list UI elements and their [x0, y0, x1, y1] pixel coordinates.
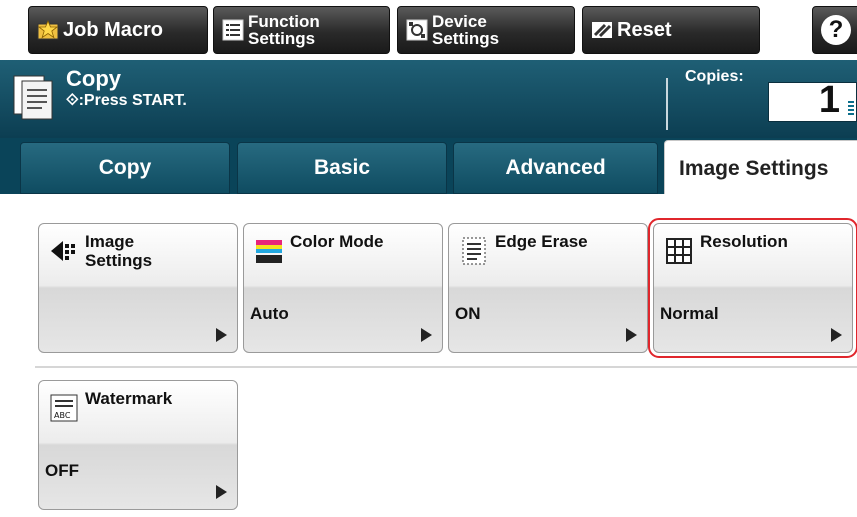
status-message: ⟐:Press START. [66, 92, 187, 109]
device-settings-label-line1: Device [432, 12, 487, 31]
device-settings-label-line2: Settings [432, 29, 500, 48]
copy-document-icon [12, 74, 54, 120]
device-settings-button[interactable]: Device Settings [397, 6, 575, 54]
card-title: Watermark [85, 389, 173, 408]
tab-bar: Copy Basic Advanced Image Settings [0, 138, 857, 196]
image-settings-icon [47, 234, 81, 268]
tab-label: Copy [98, 156, 152, 179]
keypad-icon [848, 101, 854, 117]
resolution-button[interactable]: Resolution Normal [648, 218, 857, 358]
arrow-right-icon [216, 328, 227, 342]
help-button[interactable]: ? [812, 6, 857, 54]
card-title: Image Settings [85, 232, 153, 270]
card-value: OFF [45, 461, 79, 480]
settings-panel: Image Settings Color Mode Auto Edge Erase… [0, 194, 857, 517]
card-value: Auto [250, 304, 289, 323]
reset-icon [591, 19, 613, 41]
function-settings-button[interactable]: Function Settings [213, 6, 390, 54]
copies-label: Copies: [685, 68, 744, 85]
copies-field[interactable]: 1 [768, 79, 857, 122]
svg-text:ABC: ABC [54, 411, 71, 420]
tab-advanced[interactable]: Advanced [453, 142, 658, 194]
tab-label: Basic [313, 156, 371, 179]
function-settings-label-line2: Settings [248, 29, 316, 48]
status-divider [666, 78, 668, 130]
reset-button[interactable]: Reset [582, 6, 760, 54]
card-value: Normal [660, 304, 719, 323]
card-value: ON [455, 304, 481, 323]
edge-erase-icon [457, 234, 491, 268]
job-macro-button[interactable]: Job Macro [28, 6, 208, 54]
list-icon [222, 19, 244, 41]
resolution-icon [662, 234, 696, 268]
color-mode-icon [252, 234, 286, 268]
function-settings-label-line1: Function [248, 12, 320, 31]
tab-label: Image Settings [679, 156, 829, 180]
arrow-right-icon [421, 328, 432, 342]
image-settings-button[interactable]: Image Settings [38, 223, 238, 353]
card-title: Color Mode [290, 232, 384, 251]
edge-erase-button[interactable]: Edge Erase ON [448, 223, 648, 353]
job-macro-label: Job Macro [63, 18, 164, 41]
arrow-right-icon [831, 328, 842, 342]
row-divider [35, 366, 857, 368]
reset-label: Reset [617, 18, 672, 41]
card-title: Edge Erase [495, 232, 588, 251]
copies-value: 1 [818, 79, 840, 121]
tab-image-settings[interactable]: Image Settings [664, 140, 857, 196]
help-icon: ? [821, 15, 851, 45]
star-icon [37, 19, 59, 41]
watermark-button[interactable]: ABC Watermark OFF [38, 380, 238, 510]
color-mode-button[interactable]: Color Mode Auto [243, 223, 443, 353]
arrow-right-icon [626, 328, 637, 342]
top-toolbar: Job Macro Function Settings Device Setti… [0, 0, 857, 60]
watermark-icon: ABC [47, 391, 81, 425]
tab-copy[interactable]: Copy [20, 142, 230, 194]
tab-basic[interactable]: Basic [237, 142, 447, 194]
card-title: Resolution [700, 232, 788, 251]
tab-label: Advanced [505, 156, 606, 179]
status-bar: Copy ⟐:Press START. Copies: 1 [0, 60, 857, 138]
status-title: Copy [66, 66, 121, 91]
device-icon [406, 19, 428, 41]
arrow-right-icon [216, 485, 227, 499]
